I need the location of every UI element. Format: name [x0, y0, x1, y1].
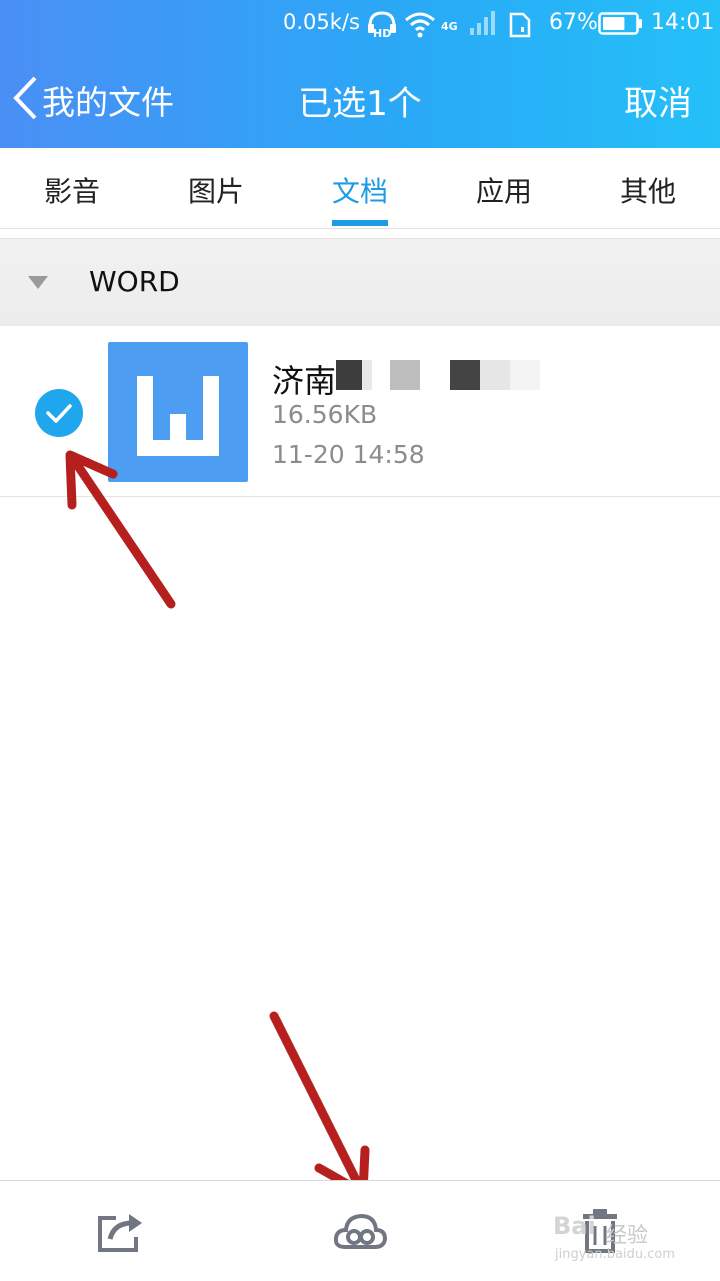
word-document-icon: [108, 342, 248, 482]
network-speed: 0.05k/s: [283, 10, 360, 34]
battery-fill: [603, 17, 625, 30]
tab-media[interactable]: 影音: [0, 170, 144, 210]
redacted-block: [362, 360, 372, 390]
tab-other[interactable]: 其他: [576, 170, 720, 210]
watermark-text: 经验: [606, 1223, 648, 1247]
list-item[interactable]: 济南 16.56KB 11-20 14:58: [0, 326, 720, 497]
active-tab-indicator: [332, 220, 388, 226]
tab-images[interactable]: 图片: [144, 170, 288, 210]
redacted-block: [390, 360, 420, 390]
category-tabs: 影音 图片 文档 应用 其他: [0, 148, 720, 229]
group-title: WORD: [89, 265, 180, 298]
cloud-upload-icon[interactable]: [333, 1211, 388, 1251]
share-icon[interactable]: [96, 1211, 146, 1253]
collapse-triangle-icon[interactable]: [28, 276, 48, 289]
redacted-block: [450, 360, 480, 390]
status-bar: 0.05k/s HD 4G 67% 14:01: [0, 0, 720, 50]
file-date: 11-20 14:58: [272, 440, 425, 469]
checkmark-icon: [46, 404, 72, 423]
redacted-block: [480, 360, 510, 390]
file-name: 济南: [272, 362, 337, 400]
sim-card-icon: [509, 12, 531, 38]
watermark-logo: Bai: [553, 1212, 596, 1240]
file-size: 16.56KB: [272, 400, 378, 429]
group-header-word[interactable]: WORD: [0, 238, 720, 327]
network-type-label: 4G: [441, 20, 458, 33]
app-header: 0.05k/s HD 4G 67% 14:01 我的文件 已选1个 取消: [0, 0, 720, 148]
redacted-block: [336, 360, 362, 390]
clock: 14:01: [651, 10, 715, 35]
redacted-block: [510, 360, 540, 390]
selected-checkbox[interactable]: [35, 389, 83, 437]
cancel-button[interactable]: 取消: [624, 76, 692, 125]
tab-documents[interactable]: 文档: [288, 170, 432, 210]
signal-icon: [468, 10, 498, 36]
tab-apps[interactable]: 应用: [432, 170, 576, 210]
hd-label: HD: [373, 27, 391, 40]
battery-percent: 67%: [549, 10, 598, 35]
wifi-icon: [404, 12, 436, 38]
arrow-to-cloud: [269, 1011, 370, 1198]
page-title: 已选1个: [298, 84, 422, 124]
battery-icon: [598, 12, 644, 36]
watermark-url: jingyan.baidu.com: [555, 1247, 675, 1262]
hd-headset-icon: HD: [366, 10, 398, 40]
